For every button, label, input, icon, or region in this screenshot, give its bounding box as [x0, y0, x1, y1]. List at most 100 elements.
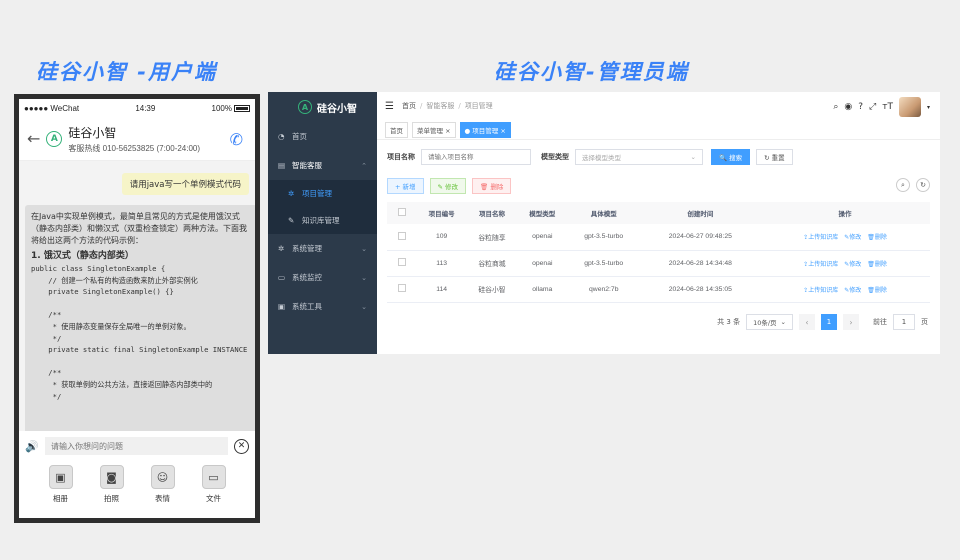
- row-action-2[interactable]: 🗑删除: [867, 234, 887, 241]
- edit-icon: ✎: [288, 216, 295, 225]
- row-checkbox[interactable]: [398, 231, 406, 240]
- sidebar-item-label: 系统管理: [292, 244, 322, 253]
- breadcrumb-service[interactable]: 智能客服: [426, 101, 454, 111]
- row-checkbox[interactable]: [398, 258, 406, 266]
- row-action-0[interactable]: ⇪上传知识库: [803, 261, 838, 268]
- back-arrow-icon[interactable]: ←: [27, 129, 40, 148]
- chat-header: ← A 硅谷小智 客服热线 010-56253825 (7:00-24:00) …: [19, 117, 255, 161]
- total-count: 共 3 条: [717, 318, 741, 326]
- tool-smile[interactable]: ☺ 表情: [145, 465, 181, 504]
- action-row: + 新增 ✎ 修改 🗑 删除 ⌕ ↻: [387, 178, 930, 194]
- phone-call-icon[interactable]: ✆: [230, 130, 243, 149]
- row-action-1[interactable]: ✎修改: [844, 261, 861, 268]
- battery-indicator: 100%: [212, 104, 250, 113]
- sidebar-logo-text: 硅谷小智: [317, 103, 357, 115]
- sidebar-item-3[interactable]: ✎ 知识库管理: [268, 207, 377, 234]
- table-cell: openai: [517, 224, 567, 251]
- github-icon[interactable]: ◉: [844, 102, 852, 112]
- search-icon[interactable]: ⌕: [833, 102, 838, 112]
- tool-label: 表情: [155, 494, 170, 503]
- question-input[interactable]: [45, 437, 228, 455]
- chat-messages[interactable]: 请用java写一个单例模式代码 在Java中实现单例模式，最简单且常见的方式是使…: [19, 161, 255, 431]
- status-bar: ●●●●● WeChat 14:39 100%: [19, 99, 255, 117]
- sidebar-logo[interactable]: A 硅谷小智: [268, 92, 377, 122]
- row-action-0[interactable]: ⇪上传知识库: [803, 234, 838, 241]
- goto-label: 前往: [873, 318, 887, 326]
- sidebar-item-4[interactable]: ✲ 系统管理 ⌄: [268, 234, 377, 263]
- search-form: 项目名称 模型类型 选择模型类型 ⌄ 🔍 搜索 ↻ 重置: [387, 148, 930, 166]
- delete-button[interactable]: 🗑 删除: [472, 178, 512, 194]
- chevron-down-icon: ⌄: [690, 153, 696, 161]
- tool-camera[interactable]: ◙ 拍照: [94, 465, 130, 504]
- tool-label: 拍照: [104, 494, 119, 503]
- model-type-select[interactable]: 选择模型类型 ⌄: [575, 149, 703, 165]
- column-header: 项目编号: [417, 202, 467, 224]
- select-all-checkbox[interactable]: [398, 208, 406, 216]
- sidebar-item-6[interactable]: ▣ 系统工具 ⌄: [268, 292, 377, 321]
- hotline-text: 客服热线 010-56253825 (7:00-24:00): [68, 143, 201, 153]
- row-action-2[interactable]: 🗑删除: [867, 261, 887, 268]
- sidebar-item-label: 项目管理: [302, 189, 332, 198]
- search-button[interactable]: 🔍 搜索: [711, 149, 751, 165]
- font-size-icon[interactable]: ᴛT: [882, 102, 893, 112]
- column-header: 操作: [760, 202, 930, 224]
- admin-side-title: 硅谷小智-管理员端: [494, 60, 689, 84]
- tag-1[interactable]: 菜单管理 ×: [412, 121, 456, 138]
- row-action-1[interactable]: ✎修改: [844, 234, 861, 241]
- breadcrumb-current: 项目管理: [464, 102, 493, 110]
- row-action-1[interactable]: ✎修改: [844, 287, 861, 294]
- bot-heading: 1. 饿汉式（静态内部类）: [31, 251, 134, 261]
- chat-title: 硅谷小智: [68, 125, 117, 140]
- model-type-placeholder: 选择模型类型: [582, 154, 621, 162]
- table-cell: gpt-3.5-turbo: [566, 224, 641, 251]
- battery-icon: [233, 104, 250, 112]
- project-name-input[interactable]: [421, 149, 531, 165]
- refresh-icon[interactable]: ↻: [916, 178, 930, 192]
- sidebar-item-1[interactable]: ▤ 智能客服 ⌃: [268, 151, 377, 180]
- row-action-2[interactable]: 🗑删除: [867, 287, 887, 294]
- avatar[interactable]: [898, 97, 921, 117]
- table-cell: 2024-06-27 09:48:25: [640, 224, 761, 251]
- reset-button[interactable]: ↻ 重置: [756, 149, 793, 165]
- chevron-icon: ⌃: [361, 161, 367, 170]
- table-row[interactable]: 113 谷粒商城 openai gpt-3.5-turbo 2024-06-28 14:…: [387, 250, 930, 277]
- admin-console: A 硅谷小智 ◔ 首页 ▤ 智能客服 ⌃ ✲ 项目管理 ✎ 知识库管理 ✲ 系统管理 ⌄ ▭ 系统监控 ⌄ ▣…: [268, 92, 940, 354]
- table-row[interactable]: 109 谷粒随享 openai gpt-3.5-turbo 2024-06-27 09:…: [387, 224, 930, 251]
- page-size-select[interactable]: 10条/页 ⌄: [746, 314, 793, 330]
- user-side-title: 硅谷小智 -用户端: [36, 60, 218, 84]
- edit-button[interactable]: ✎ 修改: [429, 178, 467, 194]
- chevron-icon: ⌄: [361, 302, 367, 311]
- top-icons: ⌕ ◉ ? ⤢ ᴛT ▾: [833, 97, 930, 117]
- close-icon[interactable]: ✕: [234, 438, 249, 454]
- sidebar-item-5[interactable]: ▭ 系统监控 ⌄: [268, 263, 377, 292]
- row-action-0[interactable]: ⇪上传知识库: [803, 287, 838, 294]
- sidebar-item-0[interactable]: ◔ 首页: [268, 122, 377, 151]
- input-row: 🔊 ✕: [19, 435, 255, 457]
- help-icon[interactable]: ?: [858, 102, 863, 112]
- fullscreen-icon[interactable]: ⤢: [869, 102, 876, 112]
- tool-folder[interactable]: ▭ 文件: [196, 465, 232, 504]
- camera-icon: ◙: [99, 465, 124, 489]
- tool-image[interactable]: ▣ 相册: [43, 465, 79, 504]
- row-checkbox[interactable]: [398, 284, 406, 292]
- prev-page-button[interactable]: ‹: [799, 314, 815, 330]
- next-page-button[interactable]: ›: [843, 314, 859, 330]
- search-toggle-icon[interactable]: ⌕: [896, 178, 910, 192]
- caret-down-icon[interactable]: ▾: [927, 104, 930, 111]
- add-button[interactable]: + 新增: [387, 178, 424, 194]
- goto-page-input[interactable]: 1: [893, 314, 915, 330]
- tag-2[interactable]: ● 项目管理 ×: [459, 121, 511, 138]
- tag-0[interactable]: 首页: [385, 121, 408, 138]
- breadcrumb-home[interactable]: 首页: [402, 101, 416, 111]
- sidebar-item-2[interactable]: ✲ 项目管理: [268, 180, 377, 207]
- table-row[interactable]: 114 硅谷小智 ollama qwen2:7b 2024-06-28 14:35:05…: [387, 276, 930, 303]
- tool-label: 文件: [206, 494, 221, 503]
- tools-row: ▣ 相册 ◙ 拍照 ☺ 表情 ▭ 文件: [19, 465, 255, 504]
- menu-toggle-icon[interactable]: ☰: [385, 101, 394, 112]
- voice-icon[interactable]: 🔊: [25, 440, 39, 453]
- bot-code: public class SingletonExample { // 创建一个私…: [31, 264, 248, 401]
- page-number-current[interactable]: 1: [821, 314, 837, 330]
- image-icon: ▣: [48, 465, 73, 489]
- name-label: 项目名称: [387, 153, 415, 161]
- clock: 14:39: [135, 103, 156, 113]
